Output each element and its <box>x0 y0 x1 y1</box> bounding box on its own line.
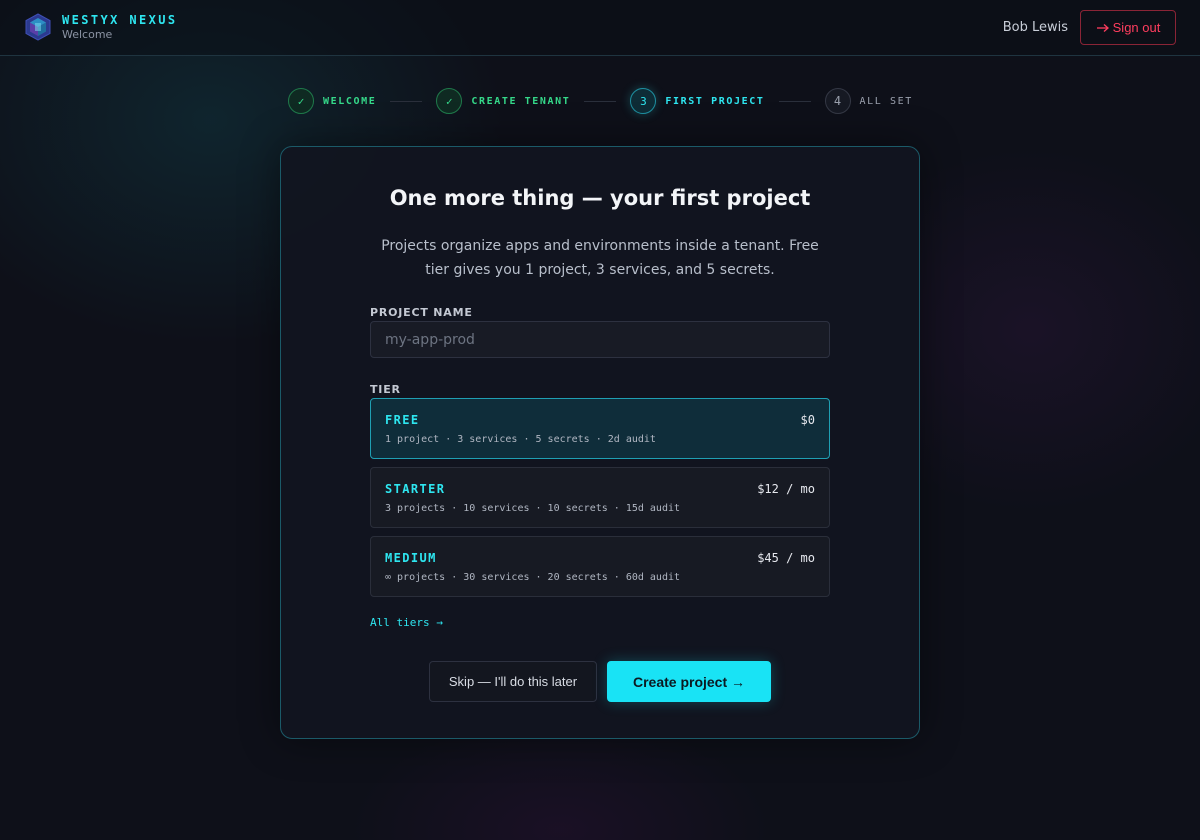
step-label: WELCOME <box>323 95 377 107</box>
project-name-input[interactable] <box>370 321 830 358</box>
all-tiers-link[interactable]: All tiers → <box>370 616 443 629</box>
step-number: 4 <box>824 88 851 114</box>
user-name: Bob Lewis <box>1002 20 1068 35</box>
step-welcome: ✓ WELCOME <box>288 88 376 114</box>
tier-option-starter[interactable]: STARTER $12 / mo 3 projects · 10 service… <box>370 467 830 528</box>
step-label: FIRST PROJECT <box>665 95 765 107</box>
skip-button[interactable]: Skip — I'll do this later <box>429 661 597 702</box>
first-project-card: One more thing — your first project Proj… <box>280 146 920 739</box>
step-label: CREATE TENANT <box>471 95 571 107</box>
step-create-tenant: ✓ CREATE TENANT <box>436 88 570 114</box>
tier-price: $12 / mo <box>757 482 815 496</box>
top-bar: WESTYX NEXUS Welcome Bob Lewis Sign out <box>0 0 1200 56</box>
tier-features: 1 project · 3 services · 5 secrets · 2d … <box>385 434 656 445</box>
create-project-button[interactable]: Create project → <box>607 661 771 702</box>
brand-title: WESTYX NEXUS <box>62 13 178 27</box>
tier-name: FREE <box>385 413 420 427</box>
step-first-project: 3 FIRST PROJECT <box>630 88 764 114</box>
tier-features: ∞ projects · 30 services · 20 secrets · … <box>385 572 681 583</box>
tier-name: STARTER <box>385 482 446 496</box>
arrow-right-icon <box>1096 23 1109 32</box>
project-name-label: PROJECT NAME <box>370 306 473 319</box>
card-description: Projects organize apps and environments … <box>381 238 819 278</box>
brand-subtitle: Welcome <box>62 28 113 41</box>
step-label: ALL SET <box>859 95 913 107</box>
onboarding-stepper: ✓ WELCOME ✓ CREATE TENANT 3 FIRST PROJEC… <box>288 88 913 114</box>
step-check-icon: ✓ <box>436 88 463 114</box>
step-connector <box>390 100 423 102</box>
tier-label: TIER <box>370 383 401 396</box>
tier-option-free[interactable]: FREE $0 1 project · 3 services · 5 secre… <box>370 398 830 459</box>
step-connector <box>584 100 617 102</box>
step-check-icon: ✓ <box>288 88 314 114</box>
tier-price: $0 <box>800 413 815 427</box>
step-all-set: 4 ALL SET <box>824 88 913 114</box>
hexagon-logo-icon <box>25 13 51 41</box>
sign-out-label: Sign out <box>1112 20 1161 35</box>
sign-out-button[interactable]: Sign out <box>1080 10 1176 45</box>
tier-option-medium[interactable]: MEDIUM $45 / mo ∞ projects · 30 services… <box>370 536 830 597</box>
step-connector <box>778 100 811 102</box>
page-title: One more thing — your first project <box>389 186 811 210</box>
step-number: 3 <box>630 88 657 114</box>
tier-price: $45 / mo <box>757 551 815 565</box>
tier-name: MEDIUM <box>385 551 437 565</box>
tier-features: 3 projects · 10 services · 10 secrets · … <box>385 503 681 514</box>
